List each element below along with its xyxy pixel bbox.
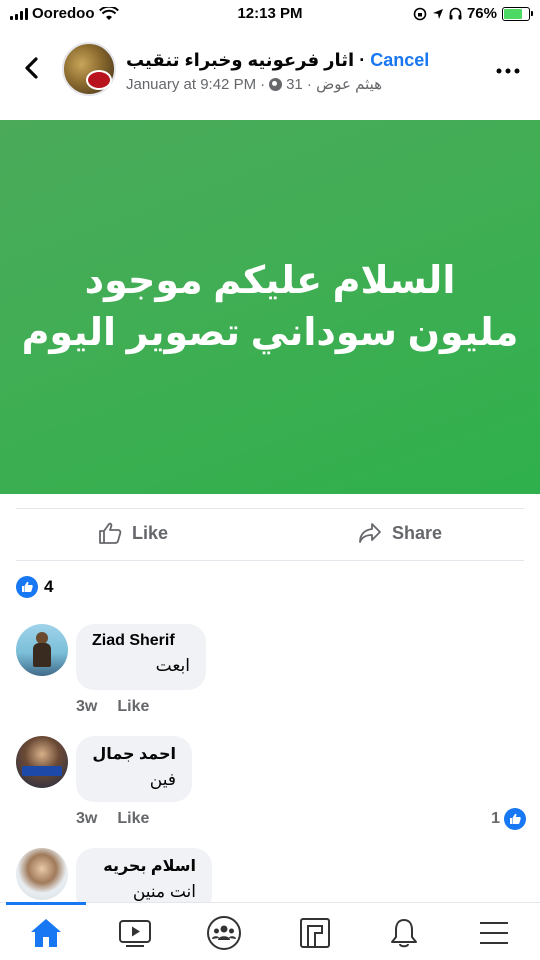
commenter-name[interactable]: احمد جمال [92, 744, 176, 764]
nav-pages[interactable] [297, 915, 333, 951]
back-button[interactable] [18, 54, 46, 82]
comment-bubble[interactable]: Ziad Sherif ابعت [76, 624, 206, 690]
chevron-left-icon [25, 57, 38, 79]
bottom-nav [0, 902, 540, 960]
nav-active-indicator [6, 902, 86, 905]
thumbs-up-icon [99, 522, 122, 544]
nav-groups[interactable] [206, 915, 242, 951]
comment-reactions[interactable]: 1 [491, 808, 526, 830]
comment-reaction-count: 1 [491, 810, 500, 827]
reaction-summary[interactable]: 4 [16, 576, 53, 598]
actions-divider-top [16, 508, 524, 509]
post-text-line1: السلام عليكم موجود [84, 260, 456, 302]
nav-menu[interactable] [476, 915, 512, 951]
group-name[interactable]: اثار فرعونيه وخبراء تنقيب · [126, 50, 365, 70]
nav-home[interactable] [28, 915, 64, 951]
post-author[interactable]: 31 · هيثم عوض [286, 75, 382, 93]
menu-icon [480, 922, 508, 944]
comment-bubble[interactable]: احمد جمال فين [76, 736, 192, 802]
nav-video[interactable] [117, 915, 153, 951]
groups-icon [207, 916, 241, 950]
commenter-avatar[interactable] [16, 736, 68, 788]
reaction-count: 4 [44, 577, 54, 596]
more-options-button[interactable] [496, 54, 520, 80]
share-icon [359, 523, 381, 543]
group-avatar[interactable] [62, 42, 116, 96]
commenter-avatar[interactable] [16, 624, 68, 676]
commenter-name[interactable]: اسلام بحريه [92, 856, 196, 876]
nav-notifications[interactable] [386, 915, 422, 951]
cancel-button[interactable]: Cancel [370, 50, 429, 70]
status-bar: Ooredoo 12:13 PM 76% [0, 0, 540, 30]
status-right: 76% [413, 5, 533, 22]
share-button[interactable]: Share [358, 522, 442, 544]
home-icon [31, 919, 61, 947]
share-label: Share [392, 522, 443, 543]
comment-time: 3w [76, 810, 98, 827]
battery-percent: 76% [466, 5, 497, 22]
comment-text: ابعت [155, 656, 190, 675]
like-reaction-icon [16, 576, 38, 598]
video-icon [119, 920, 151, 947]
pages-icon [300, 918, 330, 948]
post-header: اثار فرعونيه وخبراء تنقيب · Cancel Janua… [0, 36, 540, 100]
comment-time: 3w [76, 698, 98, 715]
globe-icon [269, 77, 283, 91]
post-text: السلام عليكم موجود مليون سوداني تصوير ال… [0, 255, 540, 359]
location-icon [432, 8, 443, 19]
battery-icon [502, 6, 533, 21]
commenter-name[interactable]: Ziad Sherif [92, 632, 190, 650]
bell-icon [391, 919, 417, 948]
like-button[interactable]: Like [98, 522, 168, 544]
commenter-avatar[interactable] [16, 848, 68, 900]
comment-like-button[interactable]: Like [117, 810, 149, 828]
comment-meta: 3w Like [76, 698, 149, 716]
comment-like-button[interactable]: Like [117, 698, 149, 716]
like-reaction-icon [504, 808, 526, 830]
like-label: Like [132, 522, 169, 543]
comment-text: فين [149, 770, 176, 789]
meta-separator: · [260, 75, 266, 93]
header-title: اثار فرعونيه وخبراء تنقيب · Cancel [126, 50, 429, 71]
more-icon [496, 68, 520, 74]
post-text-line2: مليون سوداني تصوير اليوم [21, 312, 519, 354]
actions-divider-bottom [16, 560, 524, 561]
lock-rotation-icon [413, 7, 427, 20]
comment-meta: 3w Like [76, 810, 149, 828]
headphones-icon [449, 7, 462, 20]
post-date[interactable]: January at 9:42 PM [126, 76, 256, 93]
header-subtitle: January at 9:42 PM · 31 · هيثم عوض [126, 75, 382, 94]
comment-text: انت منين [132, 882, 196, 901]
